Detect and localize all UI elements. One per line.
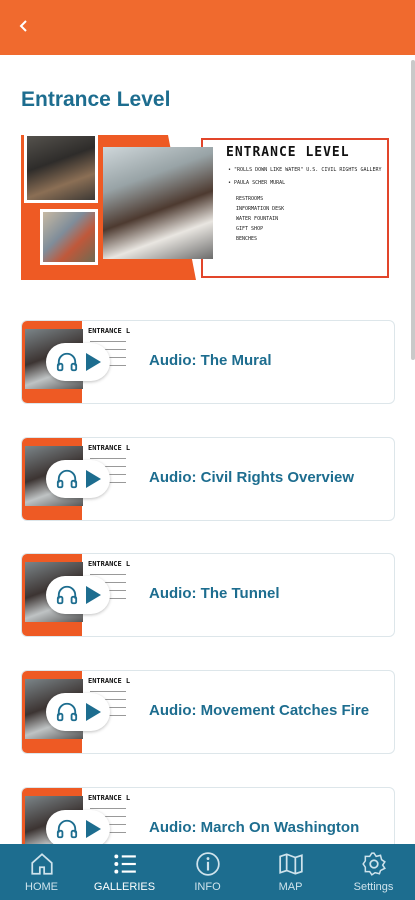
play-audio-button[interactable]	[46, 460, 110, 498]
hero-line: WATER FOUNTAIN	[236, 216, 279, 222]
info-icon	[195, 852, 220, 876]
play-audio-button[interactable]	[46, 576, 110, 614]
audio-card-tunnel[interactable]: ENTRANCE L Audio: The Tunnel	[21, 553, 395, 637]
thumb-heading: ENTRANCE L	[88, 444, 131, 452]
hero-photo-mural	[40, 209, 98, 265]
card-label: Audio: Movement Catches Fire	[149, 702, 370, 719]
play-icon	[86, 703, 101, 721]
hero-banner: ENTRANCE LEVEL • "ROLLS DOWN LIKE WATER"…	[21, 133, 390, 280]
play-icon	[86, 470, 101, 488]
nav-home[interactable]: HOME	[0, 844, 83, 900]
thumb-heading: ENTRANCE L	[88, 327, 131, 335]
nav-galleries[interactable]: GALLERIES	[83, 844, 166, 900]
card-label: Audio: The Tunnel	[149, 585, 280, 602]
back-button[interactable]	[12, 14, 36, 38]
list-icon	[113, 854, 136, 874]
nav-info-label: INFO	[194, 881, 221, 893]
headphones-icon	[56, 469, 78, 489]
card-label: Audio: March On Washington	[149, 819, 360, 836]
nav-info[interactable]: INFO	[166, 844, 249, 900]
headphones-icon	[56, 352, 78, 372]
hero-line: GIFT SHOP	[236, 226, 264, 232]
nav-galleries-label: GALLERIES	[93, 881, 156, 893]
nav-map-label: MAP	[278, 881, 303, 893]
top-bar	[0, 0, 415, 55]
thumb-heading: ENTRANCE L	[88, 677, 131, 685]
hero-line: INFORMATION DESK	[236, 206, 285, 212]
play-icon	[86, 586, 101, 604]
hero-line: • "ROLLS DOWN LIKE WATER" U.S. CIVIL RIG…	[228, 167, 382, 173]
bottom-nav: HOME GALLERIES INFO MAP Settings	[0, 844, 415, 900]
home-icon	[30, 853, 53, 875]
page-title: Entrance Level	[21, 88, 171, 111]
card-label: Audio: Civil Rights Overview	[149, 469, 355, 486]
nav-settings-label: Settings	[353, 881, 394, 893]
play-icon	[86, 353, 101, 371]
play-audio-button[interactable]	[46, 693, 110, 731]
play-audio-button[interactable]	[46, 810, 110, 848]
card-label: Audio: The Mural	[149, 352, 272, 369]
hero-line: RESTROOMS	[236, 196, 264, 202]
headphones-icon	[56, 585, 78, 605]
audio-card-movement-catches-fire[interactable]: ENTRANCE L Audio: Movement Catches Fire	[21, 670, 395, 754]
audio-card-mural[interactable]: ENTRANCE L Audio: The Mural	[21, 320, 395, 404]
gear-icon	[361, 852, 386, 876]
scrollbar[interactable]	[411, 60, 415, 360]
hero-line: BENCHES	[236, 236, 258, 242]
headphones-icon	[56, 819, 78, 839]
thumb-heading: ENTRANCE L	[88, 794, 131, 802]
nav-map[interactable]: MAP	[249, 844, 332, 900]
hero-line: • PAULA SCHER MURAL	[228, 180, 286, 186]
hero-photo-visitor	[103, 147, 213, 259]
play-audio-button[interactable]	[46, 343, 110, 381]
hero-photo-gallery	[24, 133, 98, 203]
nav-settings[interactable]: Settings	[332, 844, 415, 900]
chevron-left-icon	[19, 20, 27, 32]
audio-card-civil-rights-overview[interactable]: ENTRANCE L Audio: Civil Rights Overview	[21, 437, 395, 521]
play-icon	[86, 820, 101, 838]
map-icon	[278, 853, 303, 875]
thumb-heading: ENTRANCE L	[88, 560, 131, 568]
nav-home-label: HOME	[25, 881, 58, 893]
headphones-icon	[56, 702, 78, 722]
hero-heading: ENTRANCE LEVEL	[226, 145, 350, 160]
